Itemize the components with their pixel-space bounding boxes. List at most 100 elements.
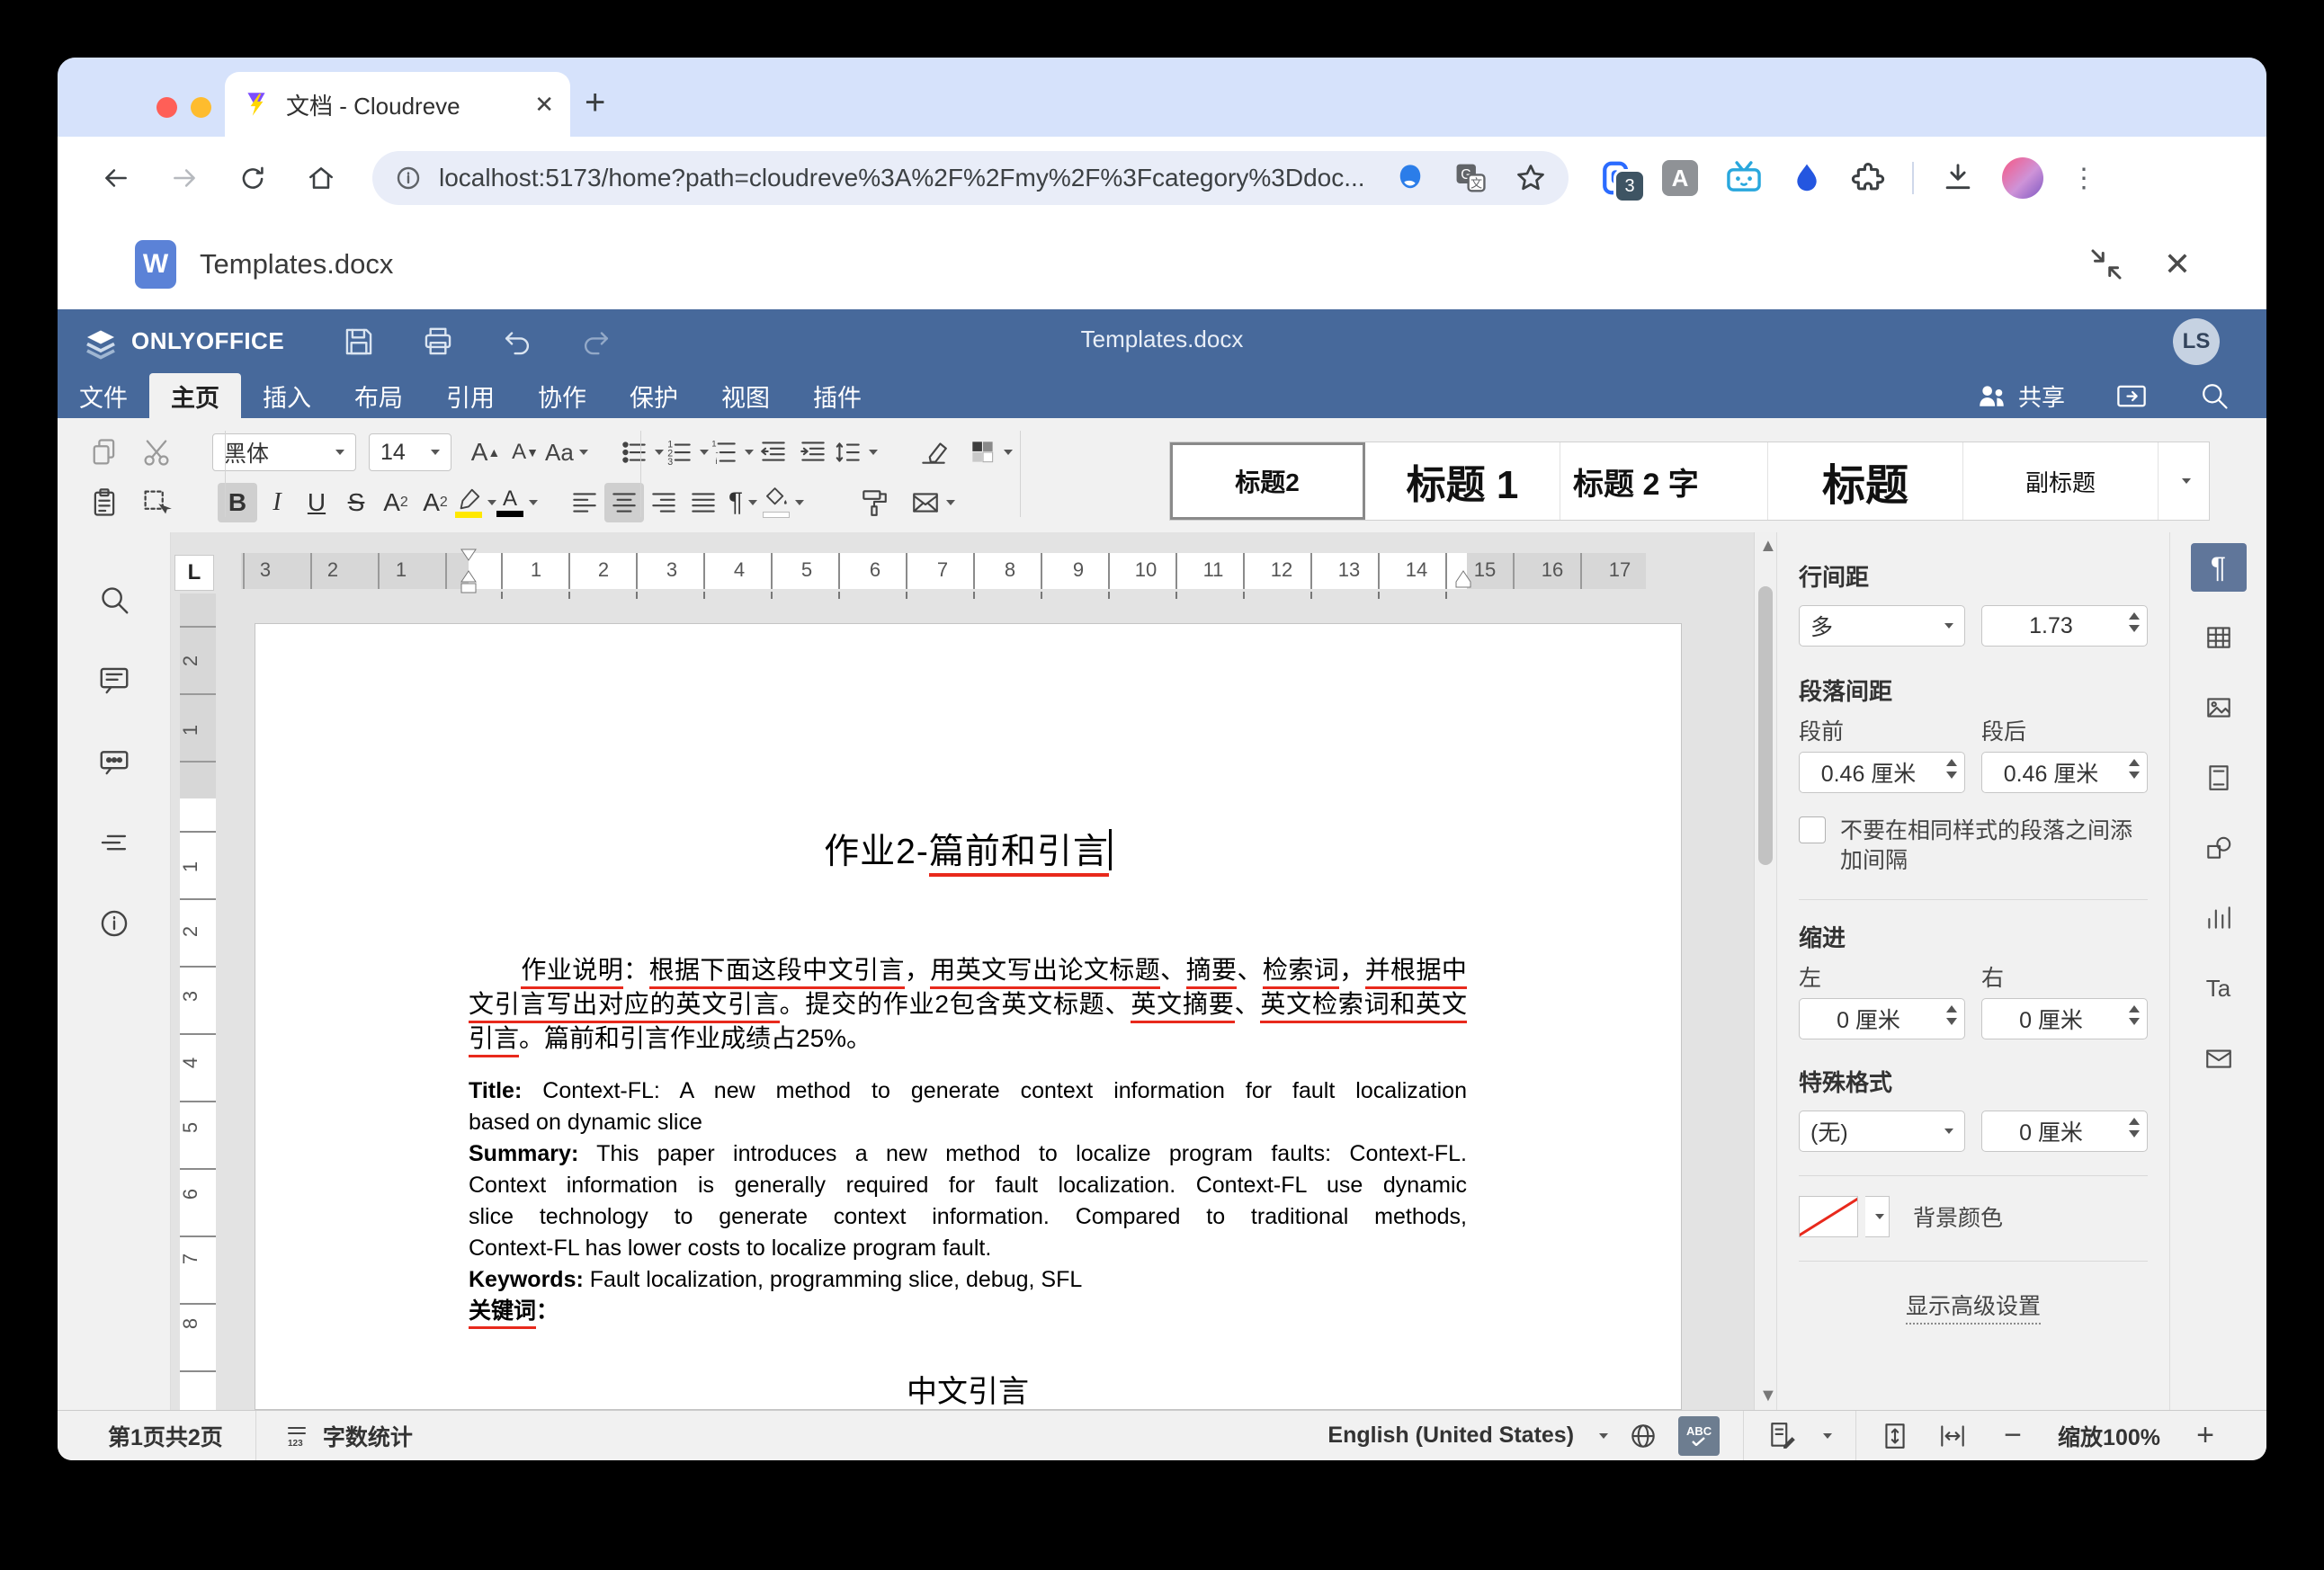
background-color-dropdown[interactable] bbox=[1865, 1196, 1890, 1237]
multilevel-list-button[interactable]: 1-i bbox=[709, 433, 754, 472]
ai-assistant-icon[interactable] bbox=[1394, 162, 1426, 194]
numbered-list-button[interactable]: 123 bbox=[664, 433, 709, 472]
user-avatar[interactable]: LS bbox=[2173, 318, 2220, 365]
chrome-profile-avatar[interactable] bbox=[2002, 157, 2043, 199]
browser-tab[interactable]: 文档 - Cloudreve ✕ bbox=[225, 72, 570, 137]
undo-icon[interactable] bbox=[500, 325, 534, 359]
bookmark-star-icon[interactable] bbox=[1515, 162, 1547, 194]
track-changes-icon[interactable] bbox=[1767, 1421, 1798, 1451]
headerfooter-settings-tab[interactable] bbox=[2191, 754, 2247, 802]
reload-icon[interactable] bbox=[237, 163, 268, 193]
style-subtitle[interactable]: 副标题 bbox=[1963, 442, 2159, 520]
no-space-between-checkbox-row[interactable]: 不要在相同样式的段落之间添加间隔 bbox=[1799, 816, 2148, 876]
table-settings-tab[interactable] bbox=[2191, 613, 2247, 662]
doc-section-heading[interactable]: 中文引言 bbox=[469, 1367, 1467, 1411]
a-extension-icon[interactable]: A bbox=[1662, 160, 1698, 196]
spinner-arrows[interactable] bbox=[2129, 759, 2140, 779]
bilibili-extension-icon[interactable] bbox=[1725, 159, 1763, 197]
justify-button[interactable] bbox=[684, 483, 723, 522]
scroll-down-icon[interactable]: ▼ bbox=[1759, 1386, 1777, 1406]
document-page[interactable]: 作业2-篇前和引言 作业说明：根据下面这段中文引言，用英文写出论文标题、摘要、检… bbox=[255, 623, 1682, 1410]
font-color-button[interactable]: A bbox=[496, 483, 538, 522]
page-indicator[interactable]: 第1页共2页 bbox=[58, 1411, 256, 1460]
copy-button[interactable] bbox=[85, 433, 124, 472]
superscript-button[interactable]: A2 bbox=[376, 483, 416, 522]
redo-icon[interactable] bbox=[579, 325, 613, 359]
forward-icon[interactable] bbox=[169, 163, 200, 193]
home-icon[interactable] bbox=[306, 163, 336, 193]
exit-fullscreen-icon[interactable] bbox=[2088, 246, 2124, 282]
save-icon[interactable] bbox=[342, 325, 376, 359]
downloads-icon[interactable] bbox=[1941, 161, 1975, 195]
style-title[interactable]: 标题 bbox=[1768, 442, 1963, 520]
site-info-icon[interactable] bbox=[394, 164, 423, 192]
horizontal-ruler[interactable]: 3 2 1 1 2 3 4 5 6 7 8 9 10 11 12 13 14 1… bbox=[241, 553, 1646, 589]
align-center-button[interactable] bbox=[604, 483, 644, 522]
open-file-location-icon[interactable] bbox=[2115, 379, 2148, 412]
tab-protection[interactable]: 保护 bbox=[608, 373, 700, 418]
spinner-arrows[interactable] bbox=[2129, 1005, 2140, 1025]
spinner-arrows[interactable] bbox=[2129, 1118, 2140, 1137]
italic-button[interactable]: I bbox=[257, 483, 297, 522]
color-scheme-button[interactable] bbox=[968, 433, 1013, 472]
shape-settings-tab[interactable] bbox=[2191, 824, 2247, 872]
tab-type-selector[interactable]: L bbox=[174, 555, 214, 591]
style-heading2-char[interactable]: 标题 2 字 bbox=[1560, 442, 1768, 520]
background-color-swatch[interactable] bbox=[1799, 1196, 1858, 1237]
search-icon[interactable] bbox=[2198, 379, 2230, 412]
zoom-out-button[interactable]: − bbox=[1995, 1418, 2031, 1453]
scrollbar-thumb[interactable] bbox=[1758, 586, 1773, 865]
paste-button[interactable] bbox=[85, 483, 124, 522]
spacing-after-input[interactable]: 0.46 厘米 bbox=[1981, 752, 2148, 793]
doc-paragraph-en[interactable]: Title: Context-FL: A new method to gener… bbox=[469, 1075, 1467, 1327]
increase-font-button[interactable]: A▲ bbox=[466, 433, 505, 472]
tab-file[interactable]: 文件 bbox=[58, 373, 149, 418]
scroll-up-icon[interactable]: ▲ bbox=[1759, 536, 1777, 557]
font-size-select[interactable]: 14 bbox=[369, 433, 451, 471]
special-format-value[interactable]: 0 厘米 bbox=[1981, 1111, 2148, 1152]
water-drop-extension-icon[interactable] bbox=[1790, 161, 1824, 195]
checkbox[interactable] bbox=[1799, 816, 1826, 843]
close-window-button[interactable] bbox=[156, 97, 177, 118]
textart-settings-tab[interactable]: Ta bbox=[2191, 964, 2247, 1012]
mail-merge-button[interactable] bbox=[910, 483, 955, 522]
comments-icon[interactable] bbox=[97, 664, 131, 698]
special-format-select[interactable]: (无) bbox=[1799, 1111, 1965, 1152]
clear-style-button[interactable] bbox=[914, 433, 953, 472]
zoom-level[interactable]: 缩放100% bbox=[2058, 1420, 2160, 1452]
line-spacing-button[interactable] bbox=[833, 433, 878, 472]
subscript-button[interactable]: A2 bbox=[416, 483, 455, 522]
advanced-settings-link[interactable]: 显示高级设置 bbox=[1799, 1289, 2148, 1321]
indent-right-input[interactable]: 0 厘米 bbox=[1981, 998, 2148, 1039]
spellcheck-toggle[interactable]: ABC bbox=[1678, 1416, 1720, 1456]
paragraph-settings-tab[interactable]: ¶ bbox=[2191, 543, 2247, 592]
tab-insert[interactable]: 插入 bbox=[241, 373, 333, 418]
about-icon[interactable] bbox=[97, 906, 131, 941]
align-left-button[interactable] bbox=[565, 483, 604, 522]
select-all-button[interactable] bbox=[137, 483, 176, 522]
align-right-button[interactable] bbox=[644, 483, 684, 522]
style-heading1[interactable]: 标题 1 bbox=[1365, 442, 1560, 520]
address-bar[interactable]: localhost:5173/home?path=cloudreve%3A%2F… bbox=[372, 151, 1569, 205]
right-indent-marker[interactable] bbox=[1453, 569, 1473, 591]
font-name-select[interactable]: 黑体 bbox=[212, 433, 356, 471]
mailmerge-settings-tab[interactable] bbox=[2191, 1034, 2247, 1083]
underline-button[interactable]: U bbox=[297, 483, 336, 522]
document-scrollbar[interactable]: ▲ ▼ bbox=[1754, 532, 1777, 1410]
extensions-puzzle-icon[interactable] bbox=[1851, 161, 1885, 195]
cut-button[interactable] bbox=[137, 433, 176, 472]
increase-indent-button[interactable] bbox=[793, 433, 833, 472]
indent-left-input[interactable]: 0 厘米 bbox=[1799, 998, 1965, 1039]
translate-icon[interactable]: G文 bbox=[1453, 161, 1488, 195]
sider-extension-icon[interactable]: 3 bbox=[1599, 160, 1635, 196]
tab-close-icon[interactable]: ✕ bbox=[534, 91, 554, 119]
style-heading2-current[interactable]: 标题2 bbox=[1170, 442, 1365, 520]
doc-paragraph-cn[interactable]: 作业说明：根据下面这段中文引言，用英文写出论文标题、摘要、检索词，并根据中 文引… bbox=[469, 953, 1467, 1056]
line-spacing-select[interactable]: 多 bbox=[1799, 605, 1965, 647]
decrease-indent-button[interactable] bbox=[754, 433, 793, 472]
chrome-menu-icon[interactable]: ⋮ bbox=[2070, 163, 2097, 194]
style-gallery-more-button[interactable] bbox=[2159, 442, 2209, 520]
spinner-arrows[interactable] bbox=[2129, 612, 2140, 632]
paragraph-shading-button[interactable] bbox=[763, 483, 804, 522]
tab-collaboration[interactable]: 协作 bbox=[516, 373, 608, 418]
